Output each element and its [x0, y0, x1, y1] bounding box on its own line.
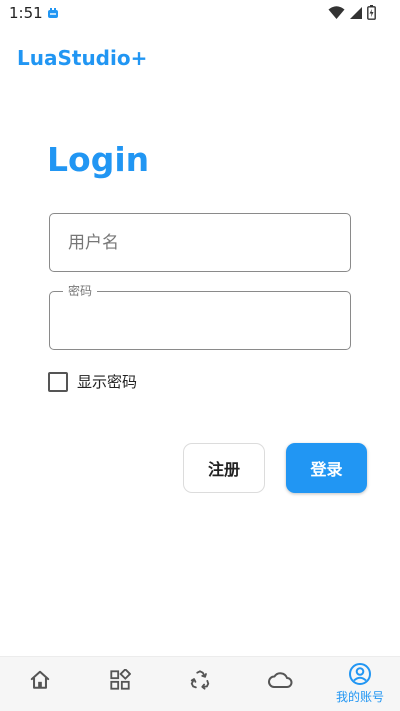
apps-grid-icon — [110, 669, 131, 690]
nav-item-apps[interactable] — [80, 657, 160, 711]
nav-item-cloud[interactable] — [240, 657, 320, 711]
nav-item-account[interactable]: 我的账号 — [320, 657, 400, 711]
app-title: LuaStudio+ — [17, 46, 148, 70]
password-field: 密码 — [49, 284, 351, 350]
status-icons — [328, 5, 376, 20]
battery-icon — [367, 5, 376, 20]
screen: 1:51 LuaStudio+ Login 密码 — [0, 0, 400, 711]
show-password-row[interactable]: 显示密码 — [48, 371, 137, 392]
nav-item-home[interactable] — [0, 657, 80, 711]
password-input[interactable] — [50, 292, 350, 349]
app-notification-icon — [48, 8, 58, 18]
login-button[interactable]: 登录 — [286, 443, 367, 493]
username-input[interactable] — [50, 214, 350, 271]
bottom-nav: 我的账号 — [0, 656, 400, 711]
home-icon — [30, 670, 50, 689]
register-button[interactable]: 注册 — [183, 443, 265, 493]
account-circle-icon — [349, 663, 371, 685]
show-password-checkbox[interactable] — [48, 371, 68, 392]
nav-item-recycle[interactable] — [160, 657, 240, 711]
wifi-icon — [328, 5, 345, 19]
login-heading: Login — [47, 140, 150, 179]
status-bar: 1:51 — [0, 0, 400, 28]
recycle-icon — [190, 670, 210, 690]
signal-icon — [350, 6, 362, 19]
username-field — [49, 213, 351, 272]
show-password-label: 显示密码 — [77, 373, 138, 391]
nav-label-account: 我的账号 — [335, 690, 384, 704]
cloud-icon — [268, 672, 293, 688]
status-time: 1:51 — [9, 4, 43, 22]
